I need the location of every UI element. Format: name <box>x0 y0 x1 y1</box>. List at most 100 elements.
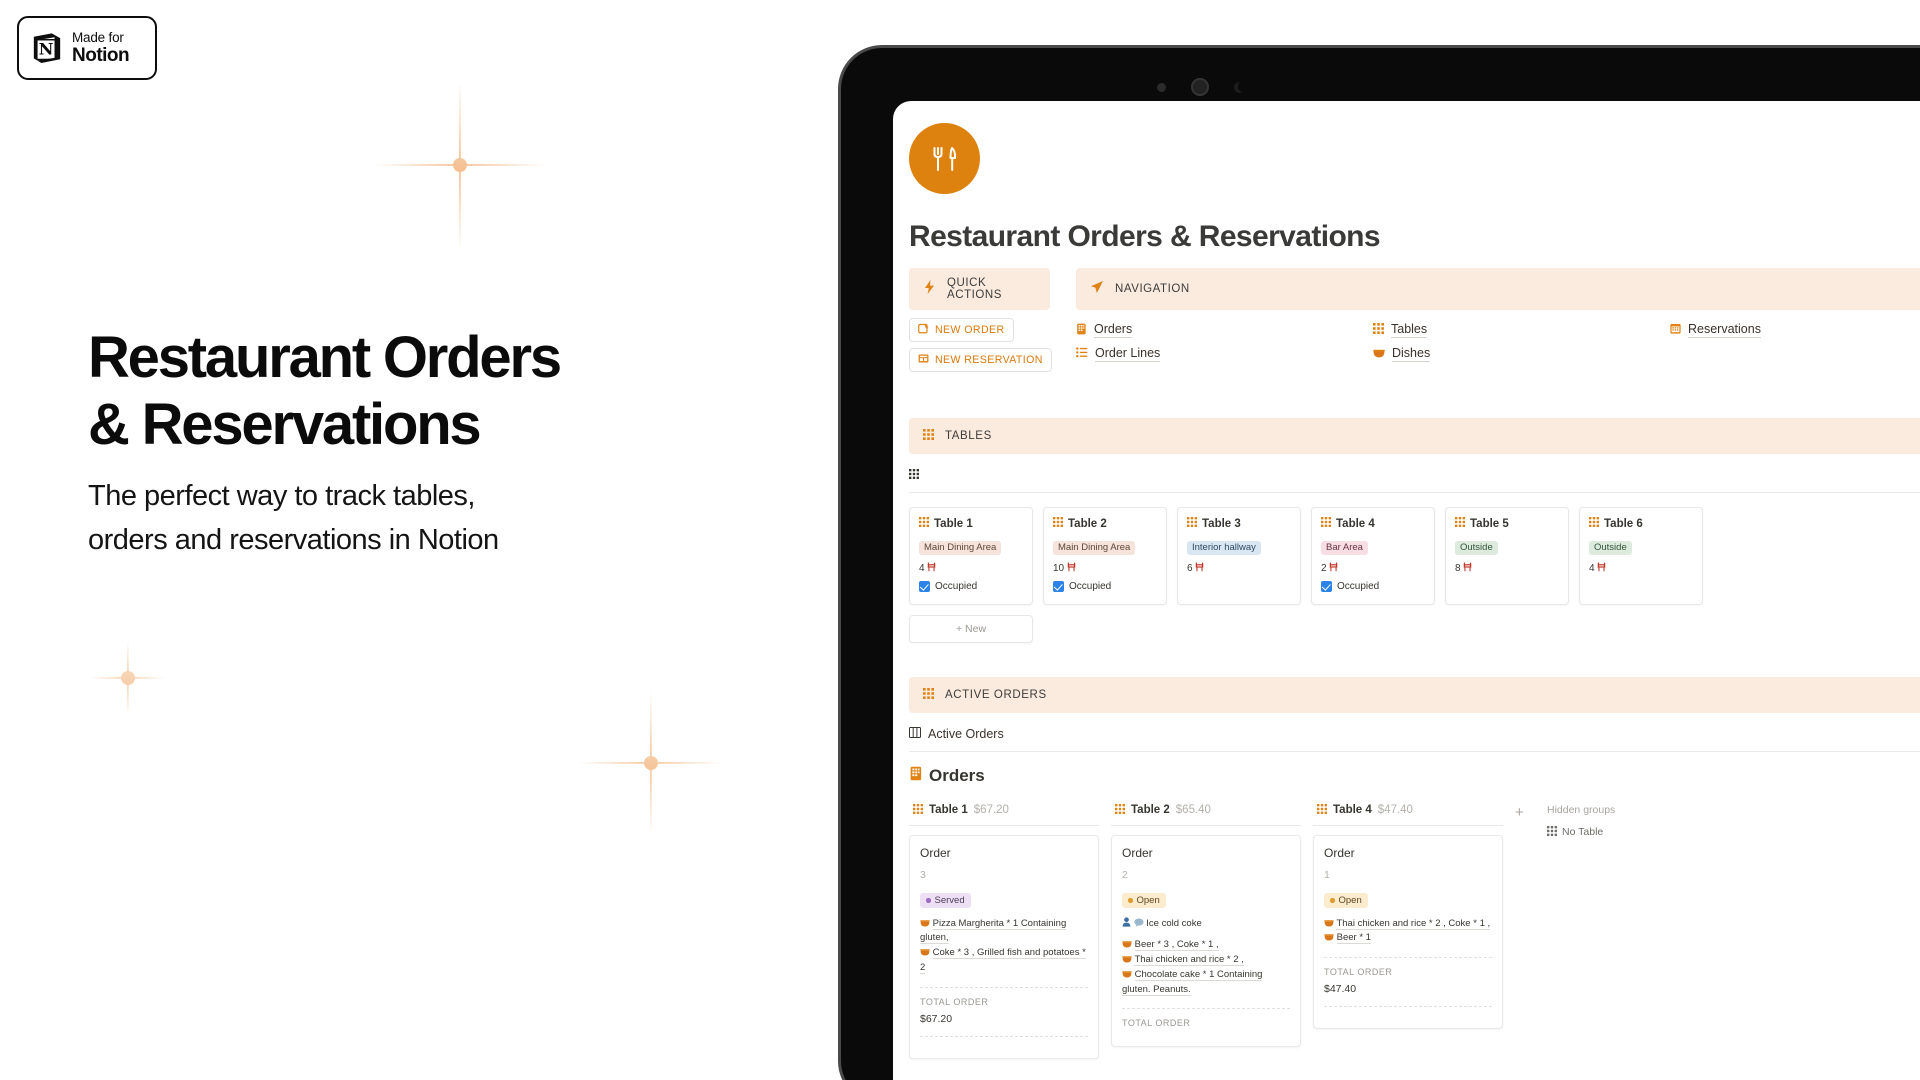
new-reservation-button[interactable]: NEW RESERVATION <box>909 348 1052 372</box>
table-area-tag: Main Dining Area <box>919 540 1002 555</box>
order-column-header[interactable]: Table 4 $47.40 <box>1313 798 1503 826</box>
nav-column-3: Reservations <box>1670 318 1920 372</box>
order-card-title: Order <box>1324 845 1355 860</box>
order-divider <box>920 986 1088 988</box>
nav-link-tables[interactable]: Tables <box>1373 322 1670 338</box>
grid-icon <box>919 517 929 530</box>
order-divider <box>1122 1008 1290 1010</box>
nav-link-dishes[interactable]: Dishes <box>1373 346 1670 362</box>
order-items: Pizza Margherita * 1 Containing gluten, … <box>920 917 1088 976</box>
table-card[interactable]: Table 2 Main Dining Area 10 Occupied <box>1043 507 1167 605</box>
status-dot-icon <box>926 898 931 903</box>
table-card-name: Table 1 <box>934 517 973 530</box>
table-card[interactable]: Table 5 Outside 8 <box>1445 507 1569 605</box>
order-item: Beer * 3 , Coke * 1 , <box>1122 938 1290 953</box>
table-card-name: Table 6 <box>1604 517 1643 530</box>
grid-icon <box>1547 825 1557 839</box>
table-seats: 8 <box>1455 562 1559 574</box>
sparkle-medium <box>578 690 723 835</box>
nav-link-order-lines-label: Order Lines <box>1095 346 1161 362</box>
new-order-button[interactable]: NEW ORDER <box>909 318 1014 342</box>
table-card[interactable]: Table 3 Interior hallway 6 <box>1177 507 1301 605</box>
sparkle-small <box>90 640 165 715</box>
order-note: Ice cold coke <box>1122 917 1290 932</box>
table-card-title: Table 4 <box>1321 517 1425 530</box>
calendar-icon <box>1670 323 1681 337</box>
nav-column-2: Tables Dishes <box>1373 318 1670 372</box>
add-group-button[interactable]: + <box>1515 798 1535 1059</box>
light-sensor-icon <box>1234 81 1245 93</box>
order-board-column: Table 2 $65.40 Order 2 Open Ice cold coke Be… <box>1111 798 1301 1059</box>
active-orders-view-label: Active Orders <box>928 726 1004 741</box>
order-column-header[interactable]: Table 2 $65.40 <box>1111 798 1301 826</box>
order-number: 3 <box>920 868 926 881</box>
active-orders-section-banner: ACTIVE ORDERS <box>909 676 1920 713</box>
quick-actions-and-nav: NEW ORDER NEW RESERVATION Orders Order L… <box>909 318 1920 372</box>
lightning-bolt-icon <box>923 279 936 299</box>
active-orders-section-label: ACTIVE ORDERS <box>945 688 1047 701</box>
no-table-group[interactable]: No Table <box>1547 825 1615 839</box>
quick-actions-label: QUICK ACTIONS <box>947 277 1002 301</box>
edit-square-icon <box>918 323 929 337</box>
orders-board-title: Orders <box>909 766 1920 786</box>
grid-icon <box>1187 517 1197 530</box>
table-card-title: Table 6 <box>1589 517 1693 530</box>
table-seats: 10 <box>1053 562 1157 574</box>
order-total-label: TOTAL ORDER <box>1122 1018 1191 1029</box>
checkbox-icon[interactable] <box>1053 580 1064 592</box>
checkbox-icon[interactable] <box>1321 580 1332 592</box>
order-card[interactable]: Order 2 Open Ice cold coke Beer * 3 , Coke… <box>1111 834 1301 1048</box>
order-board-column: Table 4 $47.40 Order 1 Open Thai chicken and… <box>1313 798 1503 1059</box>
active-orders-divider <box>909 750 1920 752</box>
table-card[interactable]: Table 4 Bar Area 2 Occupied <box>1311 507 1435 605</box>
table-card-name: Table 3 <box>1202 517 1241 530</box>
order-column-header[interactable]: Table 1 $67.20 <box>909 798 1099 826</box>
grid-icon <box>913 803 923 817</box>
nav-link-tables-label: Tables <box>1391 322 1428 338</box>
order-card[interactable]: Order 1 Open Thai chicken and rice * 2 , C… <box>1313 834 1503 1030</box>
table-card[interactable]: Table 6 Outside 4 <box>1579 507 1703 605</box>
grid-icon <box>923 427 934 445</box>
grid-icon <box>923 686 934 704</box>
order-status-badge: Open <box>1324 892 1368 908</box>
tables-section-banner: TABLES <box>909 418 1920 454</box>
navigation-links: Orders Order Lines Tables Dishes Reserva… <box>1076 318 1920 372</box>
tables-new-row: + New <box>909 614 1920 643</box>
order-total-label: TOTAL ORDER <box>1324 967 1393 978</box>
new-table-button[interactable]: + New <box>909 614 1033 643</box>
svg-text:N: N <box>39 40 54 59</box>
orders-board-title-label: Orders <box>929 765 985 785</box>
order-status-badge: Served <box>920 892 971 908</box>
camera-icon <box>1191 78 1209 96</box>
checkbox-icon[interactable] <box>919 580 930 592</box>
order-total-value: $47.40 <box>1324 983 1357 996</box>
sensor-icon <box>1157 82 1166 92</box>
nav-link-reservations[interactable]: Reservations <box>1670 322 1920 338</box>
table-seats: 2 <box>1321 562 1425 574</box>
table-card[interactable]: Table 1 Main Dining Area 4 Occupied <box>909 507 1033 605</box>
tables-database-header[interactable] <box>909 468 1920 482</box>
nav-link-order-lines[interactable]: Order Lines <box>1076 346 1373 362</box>
table-seats: 4 <box>1589 562 1693 574</box>
order-item: Chocolate cake * 1 Containing gluten. Pe… <box>1122 968 1263 996</box>
page-subtitle-line-2: orders and reservations in Notion <box>88 523 499 556</box>
tablet-screen: Restaurant Orders & Reservations QUICK A… <box>893 101 1920 1080</box>
page-title: Restaurant Orders & Reservations <box>88 325 788 458</box>
order-total-label: TOTAL ORDER <box>920 996 989 1007</box>
table-grid-icon <box>918 353 929 367</box>
new-order-label: NEW ORDER <box>935 324 1005 336</box>
landing-page: N Made for Notion Restaurant Orders & Re… <box>0 0 1920 1080</box>
table-occupied-status[interactable]: Occupied <box>1053 580 1157 592</box>
table-card-title: Table 3 <box>1187 517 1291 530</box>
table-occupied-status[interactable]: Occupied <box>1321 580 1425 592</box>
order-divider <box>1324 957 1492 959</box>
hidden-groups-label[interactable]: Hidden groups <box>1547 804 1615 816</box>
order-card[interactable]: Order 3 Served Pizza Margherita * 1 Contai… <box>909 834 1099 1059</box>
grid-icon <box>1317 803 1327 817</box>
table-occupied-status[interactable]: Occupied <box>919 580 1023 592</box>
status-dot-icon <box>1330 898 1335 903</box>
order-card-title: Order <box>920 845 951 860</box>
table-card-title: Table 2 <box>1053 517 1157 530</box>
nav-link-orders[interactable]: Orders <box>1076 322 1373 338</box>
active-orders-view-tab[interactable]: Active Orders <box>909 726 1920 741</box>
